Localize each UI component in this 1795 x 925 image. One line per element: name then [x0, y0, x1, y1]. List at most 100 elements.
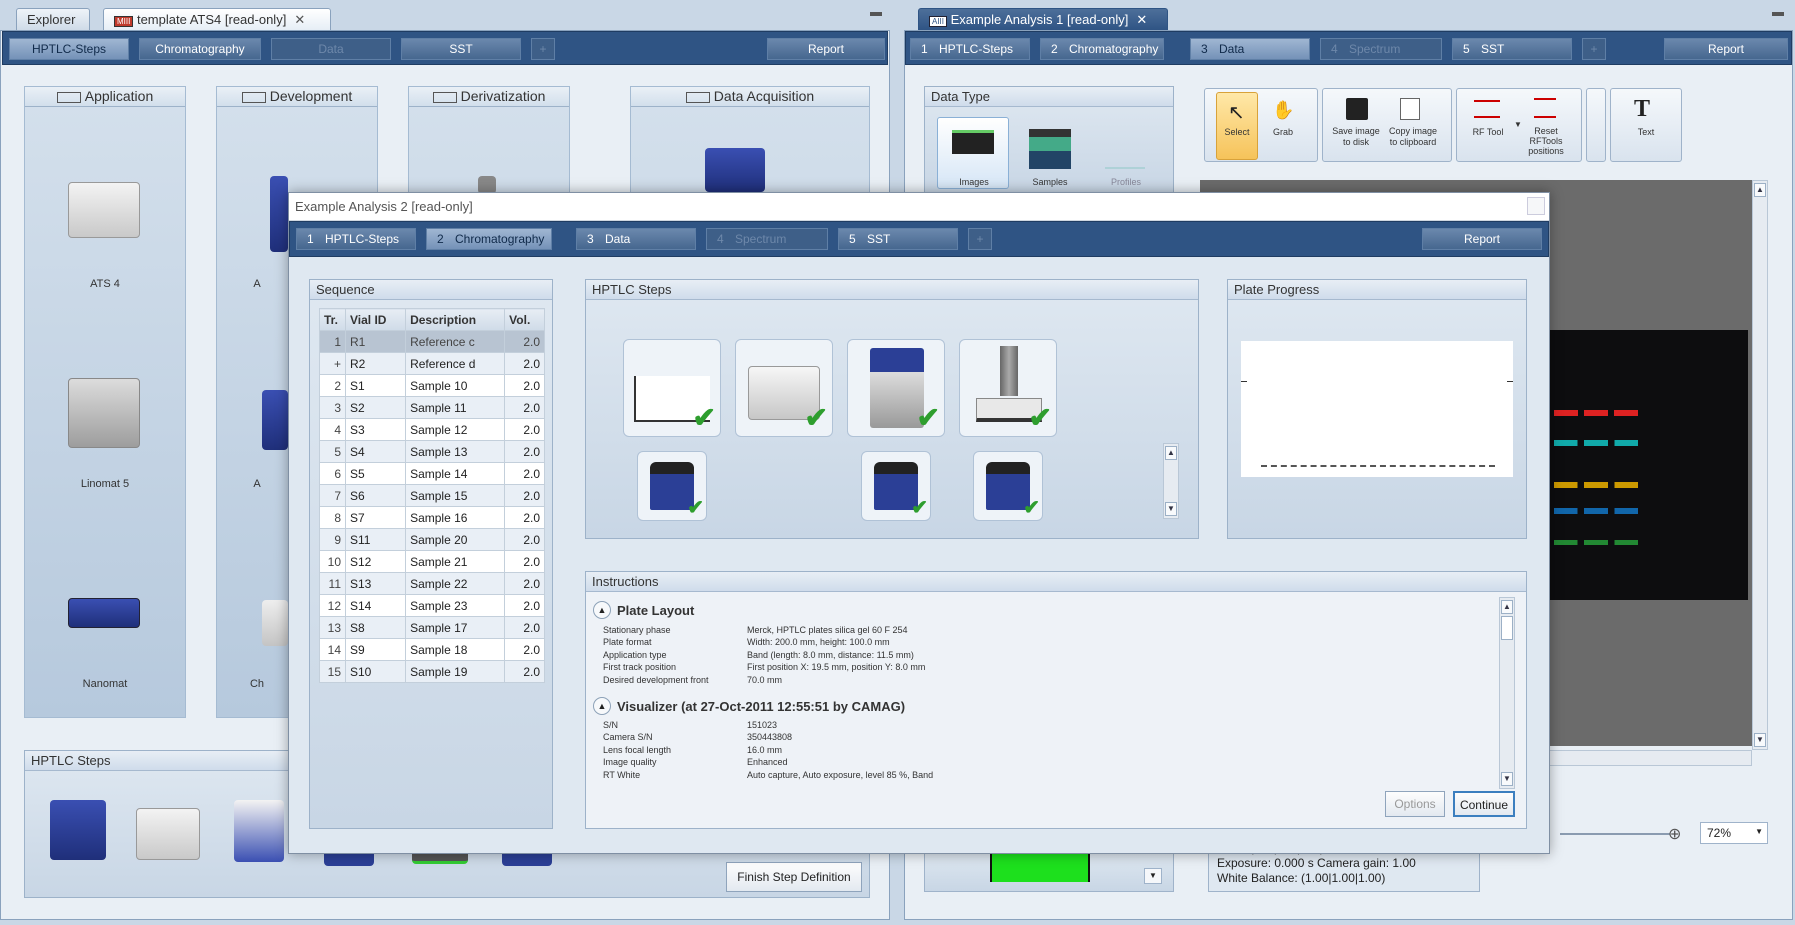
finish-step-definition-button[interactable]: Finish Step Definition: [726, 862, 862, 892]
vial-id-cell: S1: [344, 374, 407, 397]
minimize-icon[interactable]: [1772, 12, 1784, 16]
table-row[interactable]: 9 S11 Sample 20 2.0: [319, 528, 545, 551]
collapse-visualizer-icon[interactable]: ▲: [593, 697, 611, 715]
nav-chromatography[interactable]: 2 Chromatography: [426, 228, 552, 250]
zoom-in-icon[interactable]: ⊕: [1668, 824, 1681, 844]
table-row[interactable]: 8 S7 Sample 16 2.0: [319, 506, 545, 529]
table-row[interactable]: 12 S14 Sample 23 2.0: [319, 594, 545, 617]
nav-chromatography[interactable]: 2 Chromatography: [1040, 38, 1164, 60]
vial-id-cell: S4: [344, 440, 407, 463]
profiles-icon[interactable]: [1105, 129, 1145, 169]
dialog-title: Example Analysis 2 [read-only]: [289, 193, 1549, 221]
nav-add-button[interactable]: +: [1582, 38, 1606, 60]
zoom-select[interactable]: 72% ▼: [1700, 822, 1768, 844]
development-device-image[interactable]: [262, 390, 288, 450]
step-visualizer-2[interactable]: ✔: [861, 451, 931, 521]
viewer-vertical-scrollbar[interactable]: ▲ ▼: [1752, 180, 1768, 750]
options-button[interactable]: Options: [1385, 791, 1445, 817]
reset-rf-icon[interactable]: [1534, 98, 1556, 118]
nanomat-device-image[interactable]: [68, 598, 140, 628]
chevron-down-icon[interactable]: ▼: [1514, 120, 1522, 129]
nav-data[interactable]: 3 Data: [576, 228, 696, 250]
table-row[interactable]: 2 S1 Sample 10 2.0: [319, 374, 545, 397]
nav-data[interactable]: 3 Data: [1190, 38, 1310, 60]
samples-icon[interactable]: [1029, 129, 1071, 169]
volume-cell: 2.0: [504, 550, 545, 573]
table-row[interactable]: 4 S3 Sample 12 2.0: [319, 418, 545, 441]
vial-id-cell: S9: [344, 638, 407, 661]
description-cell: Sample 18: [405, 638, 506, 661]
nav-hptlc-steps[interactable]: HPTLC-Steps: [9, 38, 129, 60]
nav-report[interactable]: Report: [1422, 228, 1542, 250]
table-row[interactable]: 14 S9 Sample 18 2.0: [319, 638, 545, 661]
zoom-slider[interactable]: [1560, 833, 1670, 835]
tab-example-analysis-1[interactable]: AIII Example Analysis 1 [read-only] ✕: [918, 8, 1168, 30]
chevron-down-icon[interactable]: ▼: [1144, 868, 1162, 884]
nav-chromatography[interactable]: Chromatography: [139, 38, 261, 60]
table-row[interactable]: + R2 Reference d 2.0: [319, 352, 545, 375]
table-row[interactable]: 13 S8 Sample 17 2.0: [319, 616, 545, 639]
nav-hptlc-steps[interactable]: 1 HPTLC-Steps: [910, 38, 1030, 60]
nav-sst[interactable]: SST: [401, 38, 521, 60]
viewer-horizontal-scrollbar[interactable]: [1548, 750, 1752, 766]
table-row[interactable]: 6 S5 Sample 14 2.0: [319, 462, 545, 485]
nav-report[interactable]: Report: [1664, 38, 1788, 60]
close-button[interactable]: [1527, 197, 1545, 215]
visualizer-title: Visualizer (at 27-Oct-2011 12:55:51 by C…: [617, 699, 906, 714]
step-application[interactable]: ✔: [735, 339, 833, 437]
step-visualizer-1[interactable]: ✔: [637, 451, 707, 521]
steps-scrollbar[interactable]: ▲ ▼: [1163, 443, 1179, 519]
nav-sst[interactable]: 5 SST: [838, 228, 958, 250]
tab-explorer[interactable]: Explorer: [16, 8, 90, 30]
table-row[interactable]: 3 S2 Sample 11 2.0: [319, 396, 545, 419]
table-row[interactable]: 15 S10 Sample 19 2.0: [319, 660, 545, 683]
copy-icon[interactable]: [1400, 98, 1420, 120]
plate-image[interactable]: [1548, 330, 1748, 600]
step-derivatization[interactable]: ✔: [959, 339, 1057, 437]
floppy-disk-icon[interactable]: [1346, 98, 1368, 120]
table-row[interactable]: 7 S6 Sample 15 2.0: [319, 484, 545, 507]
step-adc2-image[interactable]: [234, 800, 284, 862]
nav-hptlc-steps[interactable]: 1 HPTLC-Steps: [296, 228, 416, 250]
close-icon[interactable]: ✕: [1136, 12, 1147, 27]
nav-add-button[interactable]: +: [968, 228, 992, 250]
instructions-scrollbar[interactable]: ▲ ▼: [1499, 597, 1515, 789]
step-development[interactable]: ✔: [847, 339, 945, 437]
step-ats4-image[interactable]: [136, 808, 200, 860]
table-row[interactable]: 5 S4 Sample 13 2.0: [319, 440, 545, 463]
ats4-device-image[interactable]: [68, 182, 140, 238]
hand-grab-icon[interactable]: ✋: [1272, 100, 1294, 121]
rf-tool-icon[interactable]: [1474, 100, 1500, 118]
column-header[interactable]: Description: [405, 308, 506, 331]
instruction-key: First track position: [603, 662, 677, 673]
volume-cell: 2.0: [504, 506, 545, 529]
column-header[interactable]: Tr.: [319, 308, 346, 331]
continue-button[interactable]: Continue: [1453, 791, 1515, 817]
table-row[interactable]: 1 R1 Reference c 2.0: [319, 330, 545, 353]
collapse-plate-layout-icon[interactable]: ▲: [593, 601, 611, 619]
step-plate-layout[interactable]: ✔: [623, 339, 721, 437]
scrollbar-thumb[interactable]: [1501, 616, 1513, 640]
column-header[interactable]: Vol.: [504, 308, 545, 331]
step-visualizer-3[interactable]: ✔: [973, 451, 1043, 521]
table-row[interactable]: 10 S12 Sample 21 2.0: [319, 550, 545, 573]
column-header[interactable]: Vial ID: [344, 308, 407, 331]
table-row[interactable]: 11 S13 Sample 22 2.0: [319, 572, 545, 595]
volume-cell: 2.0: [504, 660, 545, 683]
nav-sst[interactable]: 5 SST: [1452, 38, 1572, 60]
step-visualizer-image[interactable]: [50, 800, 106, 860]
images-label: Images: [959, 177, 989, 187]
chamber-device-image[interactable]: [262, 600, 288, 646]
plate-thumbnail[interactable]: [990, 852, 1090, 882]
nav-add-button[interactable]: +: [531, 38, 555, 60]
linomat5-device-image[interactable]: [68, 378, 140, 448]
tab-label: Example Analysis 1 [read-only]: [950, 12, 1129, 27]
tab-label: template ATS4 [read-only]: [136, 12, 287, 27]
minimize-icon[interactable]: [870, 12, 882, 16]
adc2-device-image[interactable]: [270, 176, 288, 252]
visualizer-device-image[interactable]: [705, 148, 765, 192]
close-icon[interactable]: ✕: [294, 12, 305, 27]
text-tool-icon[interactable]: T: [1634, 96, 1650, 123]
tab-template-ats4[interactable]: MIII template ATS4 [read-only] ✕: [103, 8, 331, 30]
nav-report[interactable]: Report: [767, 38, 885, 60]
